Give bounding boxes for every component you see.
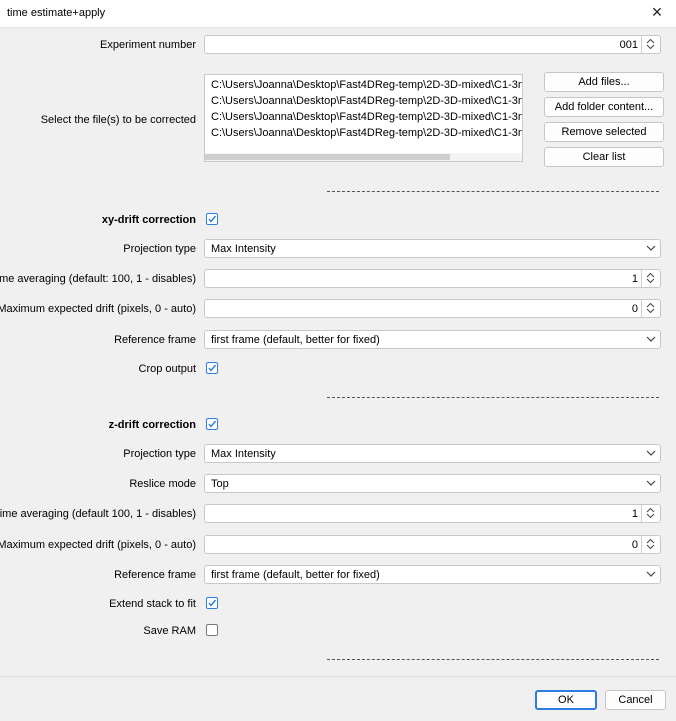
chevron-down-icon (646, 336, 656, 342)
xy-reference-frame-value: first frame (default, better for fixed) (211, 334, 380, 346)
scrollbar-thumb[interactable] (205, 154, 450, 160)
extend-stack-label: Extend stack to fit (109, 598, 196, 610)
z-time-averaging-label: Time averaging (default 100, 1 - disable… (0, 508, 196, 520)
xy-drift-checkbox[interactable] (206, 213, 218, 225)
separator (327, 191, 659, 192)
spinner-arrows-icon (646, 302, 655, 314)
cancel-button[interactable]: Cancel (605, 690, 666, 710)
spinner-arrows-icon (646, 507, 655, 519)
xy-time-averaging-spinner[interactable] (641, 270, 660, 287)
file-list-item[interactable]: C:\Users\Joanna\Desktop\Fast4DReg-temp\2… (211, 79, 522, 91)
z-drift-checkbox[interactable] (206, 418, 218, 430)
z-max-drift-label: Maximum expected drift (pixels, 0 - auto… (0, 539, 196, 551)
save-ram-label: Save RAM (143, 625, 196, 637)
experiment-number-value: 001 (619, 39, 638, 51)
z-drift-label: z-drift correction (108, 419, 196, 431)
chevron-down-icon (646, 480, 656, 486)
file-list-item[interactable]: C:\Users\Joanna\Desktop\Fast4DReg-temp\2… (211, 95, 522, 107)
z-time-averaging-field[interactable]: 1 (204, 504, 661, 523)
save-ram-checkbox[interactable] (206, 624, 218, 636)
z-time-averaging-spinner[interactable] (641, 505, 660, 522)
file-list-item[interactable]: C:\Users\Joanna\Desktop\Fast4DReg-temp\2… (211, 127, 522, 139)
spinner-arrows-icon (646, 38, 655, 50)
xy-max-drift-field[interactable]: 0 (204, 299, 661, 318)
file-list[interactable]: C:\Users\Joanna\Desktop\Fast4DReg-temp\2… (204, 74, 523, 162)
ok-button[interactable]: OK (535, 690, 597, 710)
experiment-number-spinner[interactable] (641, 36, 660, 53)
check-icon (208, 420, 217, 428)
add-folder-content-button[interactable]: Add folder content... (544, 97, 664, 117)
xy-max-drift-spinner[interactable] (641, 300, 660, 317)
xy-max-drift-label: Maximum expected drift (pixels, 0 - auto… (0, 303, 196, 315)
xy-drift-label: xy-drift correction (101, 214, 196, 226)
crop-output-checkbox[interactable] (206, 362, 218, 374)
reslice-mode-value: Top (211, 478, 229, 490)
window-title: time estimate+apply (7, 7, 106, 19)
xy-reference-frame-select[interactable]: first frame (default, better for fixed) (204, 330, 661, 349)
title-bar: time estimate+apply × (0, 0, 676, 28)
xy-projection-value: Max Intensity (211, 243, 276, 255)
reslice-mode-select[interactable]: Top (204, 474, 661, 493)
xy-time-averaging-field[interactable]: 1 (204, 269, 661, 288)
xy-time-averaging-label: Time averaging (default: 100, 1 - disabl… (0, 273, 196, 285)
xy-max-drift-value: 0 (631, 303, 638, 315)
remove-selected-button[interactable]: Remove selected (544, 122, 664, 142)
z-time-averaging-value: 1 (631, 508, 638, 520)
add-files-button[interactable]: Add files... (544, 72, 664, 92)
z-projection-label: Projection type (123, 448, 196, 460)
xy-reference-frame-label: Reference frame (114, 334, 196, 346)
separator (327, 397, 659, 398)
z-reference-frame-select[interactable]: first frame (default, better for fixed) (204, 565, 661, 584)
file-list-scrollbar[interactable] (205, 153, 522, 161)
z-reference-frame-label: Reference frame (114, 569, 196, 581)
z-reference-frame-value: first frame (default, better for fixed) (211, 569, 380, 581)
check-icon (208, 215, 217, 223)
close-icon[interactable]: × (648, 3, 666, 21)
spinner-arrows-icon (646, 272, 655, 284)
z-projection-select[interactable]: Max Intensity (204, 444, 661, 463)
xy-projection-select[interactable]: Max Intensity (204, 239, 661, 258)
experiment-number-field[interactable]: 001 (204, 35, 661, 54)
z-max-drift-spinner[interactable] (641, 536, 660, 553)
experiment-number-label: Experiment number (100, 39, 196, 51)
chevron-down-icon (646, 450, 656, 456)
check-icon (208, 364, 217, 372)
file-list-item[interactable]: C:\Users\Joanna\Desktop\Fast4DReg-temp\2… (211, 111, 522, 123)
reslice-mode-label: Reslice mode (129, 478, 196, 490)
crop-output-label: Crop output (138, 363, 196, 375)
extend-stack-checkbox[interactable] (206, 597, 218, 609)
check-icon (208, 599, 217, 607)
clear-list-button[interactable]: Clear list (544, 147, 664, 167)
spinner-arrows-icon (646, 538, 655, 550)
separator (327, 659, 659, 660)
xy-time-averaging-value: 1 (631, 273, 638, 285)
z-max-drift-field[interactable]: 0 (204, 535, 661, 554)
xy-projection-label: Projection type (123, 243, 196, 255)
z-projection-value: Max Intensity (211, 448, 276, 460)
file-selection-label: Select the file(s) to be corrected (40, 114, 196, 126)
chevron-down-icon (646, 571, 656, 577)
z-max-drift-value: 0 (631, 539, 638, 551)
chevron-down-icon (646, 245, 656, 251)
